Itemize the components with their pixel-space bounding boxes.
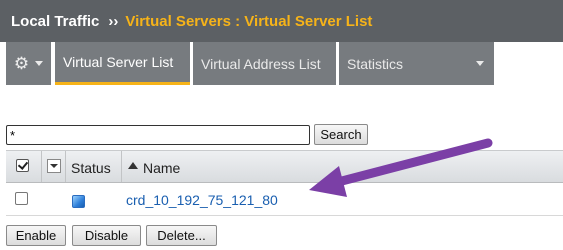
sort-ascending-icon: [128, 162, 138, 169]
tab-virtual-address-list[interactable]: Virtual Address List: [193, 42, 336, 85]
chevron-down-icon: [476, 61, 484, 66]
column-options-dropdown[interactable]: [47, 159, 61, 173]
disable-button[interactable]: Disable: [72, 225, 141, 246]
search-input[interactable]: [6, 125, 310, 145]
gear-icon: ⚙: [13, 54, 30, 73]
status-available-icon: [72, 195, 85, 208]
virtual-server-table: Status Name crd_10_192_75_121_80: [6, 150, 563, 216]
delete-button[interactable]: Delete...: [146, 225, 217, 246]
select-all-checkbox[interactable]: [16, 159, 29, 172]
tab-label: Virtual Server List: [63, 54, 174, 70]
tab-virtual-server-list[interactable]: Virtual Server List: [55, 42, 190, 85]
tab-label: Virtual Address List: [201, 55, 321, 72]
tab-bar: ⚙ Virtual Server List Virtual Address Li…: [0, 42, 563, 86]
virtual-server-link[interactable]: crd_10_192_75_121_80: [126, 192, 278, 208]
tab-statistics[interactable]: Statistics: [339, 42, 494, 85]
name-column-header[interactable]: Name: [122, 151, 563, 182]
table-row: crd_10_192_75_121_80: [6, 183, 563, 216]
breadcrumb-separator: ››: [108, 12, 119, 30]
enable-button[interactable]: Enable: [6, 225, 66, 246]
table-header: Status Name: [6, 150, 563, 183]
select-all-header: [6, 151, 42, 182]
column-options-header: [42, 151, 66, 182]
status-column-label: Status: [71, 160, 111, 176]
name-column-label: Name: [143, 160, 181, 176]
status-column-header[interactable]: Status: [66, 151, 122, 182]
page-title: Virtual Servers : Virtual Server List: [125, 12, 373, 30]
tab-label: Statistics: [347, 55, 404, 72]
chevron-down-icon: [35, 61, 44, 66]
row-checkbox[interactable]: [15, 192, 28, 205]
gear-menu-button[interactable]: ⚙: [6, 42, 51, 85]
breadcrumb-section[interactable]: Local Traffic: [11, 13, 99, 30]
search-button[interactable]: Search: [314, 124, 368, 145]
breadcrumb: Local Traffic ›› Virtual Servers : Virtu…: [0, 0, 563, 42]
